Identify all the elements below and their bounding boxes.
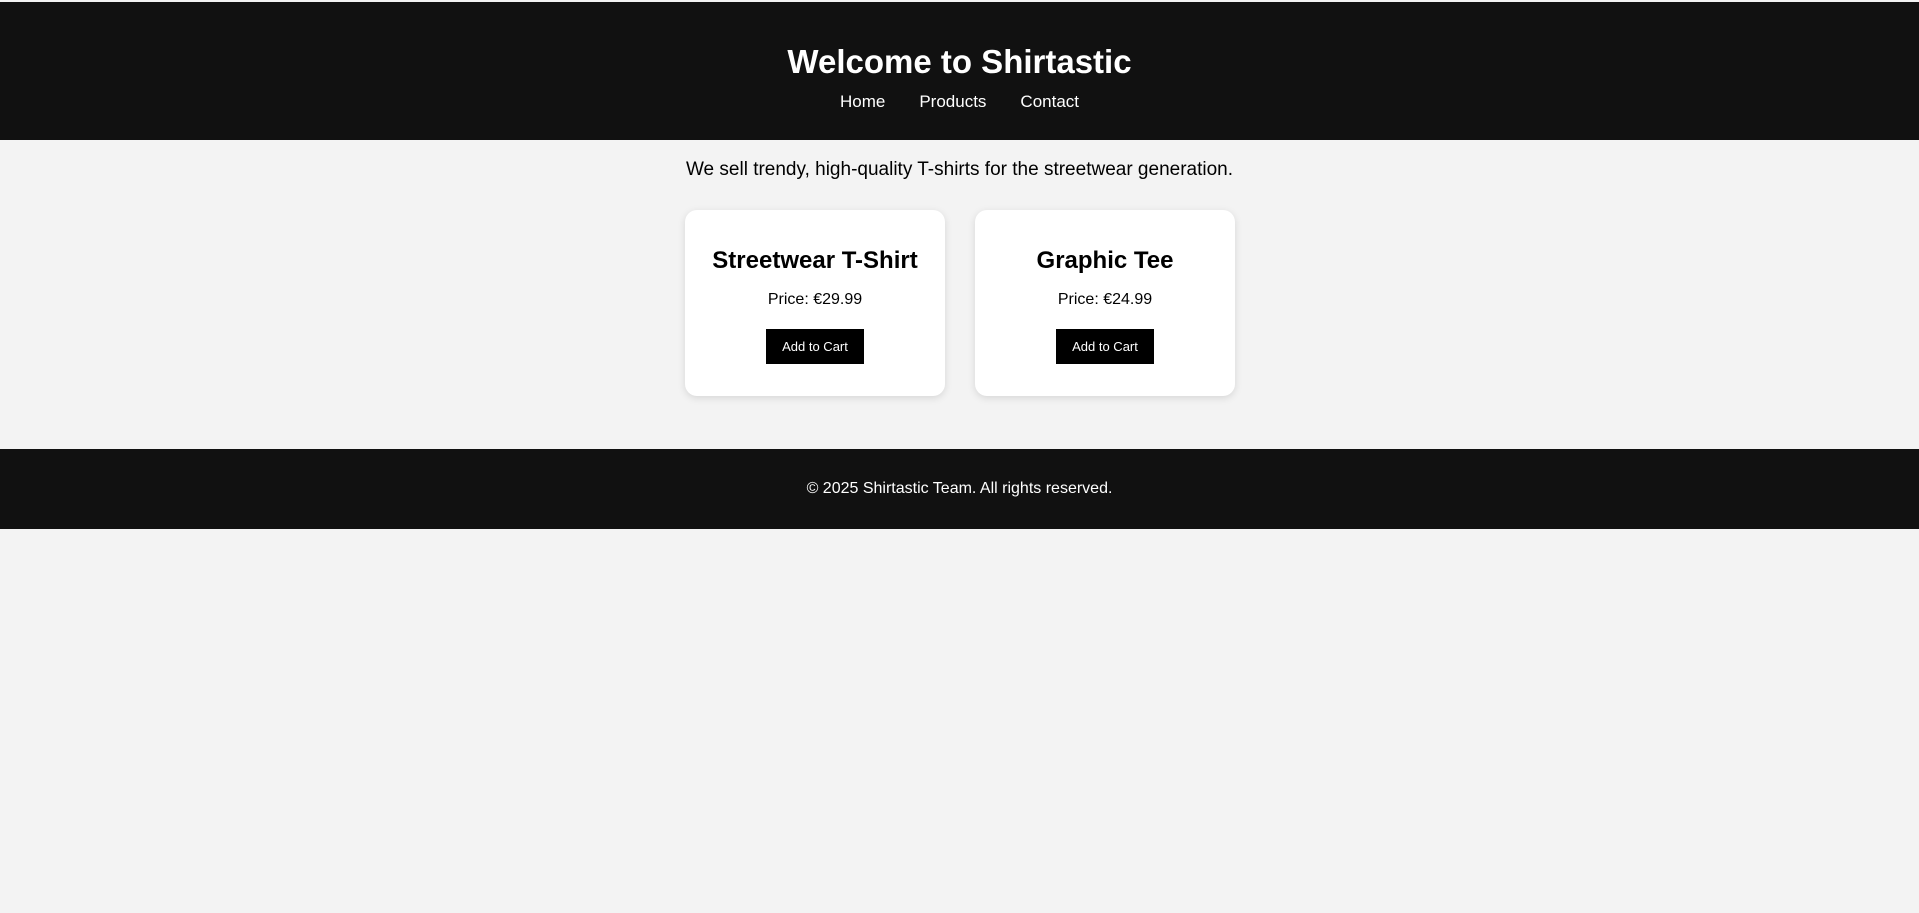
nav-link-products[interactable]: Products xyxy=(919,91,986,113)
main-content: We sell trendy, high-quality T-shirts fo… xyxy=(0,140,1919,396)
product-name: Graphic Tee xyxy=(1036,247,1174,274)
add-to-cart-button[interactable]: Add to Cart xyxy=(1056,329,1154,364)
product-price: Price: €24.99 xyxy=(1057,291,1153,308)
add-to-cart-button[interactable]: Add to Cart xyxy=(766,329,864,364)
tagline: We sell trendy, high-quality T-shirts fo… xyxy=(685,159,1234,180)
nav-link-home[interactable]: Home xyxy=(840,91,885,113)
site-title: Welcome to Shirtastic xyxy=(787,43,1132,80)
main-nav: Home Products Contact xyxy=(0,91,1919,113)
site-footer: © 2025 Shirtastic Team. All rights reser… xyxy=(0,449,1919,529)
product-name: Streetwear T-Shirt xyxy=(712,247,918,274)
nav-link-contact[interactable]: Contact xyxy=(1020,91,1079,113)
product-price: Price: €29.99 xyxy=(767,291,863,308)
product-card: Streetwear T-Shirt Price: €29.99 Add to … xyxy=(685,210,945,396)
footer-copyright: © 2025 Shirtastic Team. All rights reser… xyxy=(806,480,1113,497)
site-header: Welcome to Shirtastic Home Products Cont… xyxy=(0,2,1919,140)
product-card: Graphic Tee Price: €24.99 Add to Cart xyxy=(975,210,1235,396)
product-list: Streetwear T-Shirt Price: €29.99 Add to … xyxy=(0,210,1919,396)
